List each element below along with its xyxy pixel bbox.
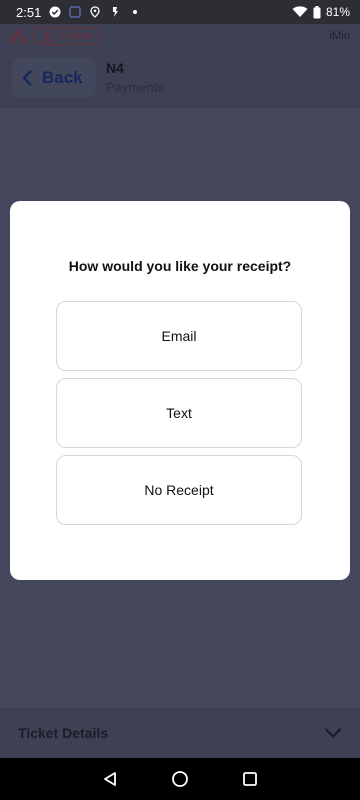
status-bar: 2:51 81% [0,0,360,24]
page-header: Back N4 Payments [0,48,360,108]
receipt-dialog: How would you like your receipt? Email T… [10,201,350,580]
no-receipt-button[interactable]: No Receipt [56,455,302,525]
issue-badge[interactable]: 1 Issue [32,27,102,45]
nav-back-icon[interactable] [100,769,120,789]
check-circle-icon [49,6,61,18]
issue-label: 1 Issue [57,30,93,42]
app-icon [69,6,82,18]
system-nav-bar [0,758,360,800]
back-button[interactable]: Back [12,58,96,98]
nav-recents-icon[interactable] [240,769,260,789]
dot-icon [129,6,141,18]
page-subtitle: Payments [106,80,164,95]
brand-label: iMin [329,30,350,42]
email-receipt-button[interactable]: Email [56,301,302,371]
flashlight-icon [109,6,121,18]
battery-icon [313,5,321,18]
warning-icon [41,30,53,42]
status-time: 2:51 [16,4,42,20]
chevron-left-icon [22,70,32,86]
text-receipt-button[interactable]: Text [56,378,302,448]
chevron-down-icon[interactable] [324,727,342,739]
title-block: N4 Payments [106,60,164,95]
network-icon[interactable] [10,29,26,43]
dialog-title: How would you like your receipt? [68,258,292,274]
ticket-details-label: Ticket Details [18,725,109,741]
wifi-icon [292,6,308,18]
battery-percent: 81% [325,5,350,19]
app-top-bar: 1 Issue iMin [0,24,360,48]
ticket-details-panel[interactable]: Ticket Details [0,708,360,758]
nav-home-icon[interactable] [170,769,190,789]
location-icon [89,6,101,18]
back-label: Back [42,68,83,87]
page-title: N4 [106,60,124,76]
